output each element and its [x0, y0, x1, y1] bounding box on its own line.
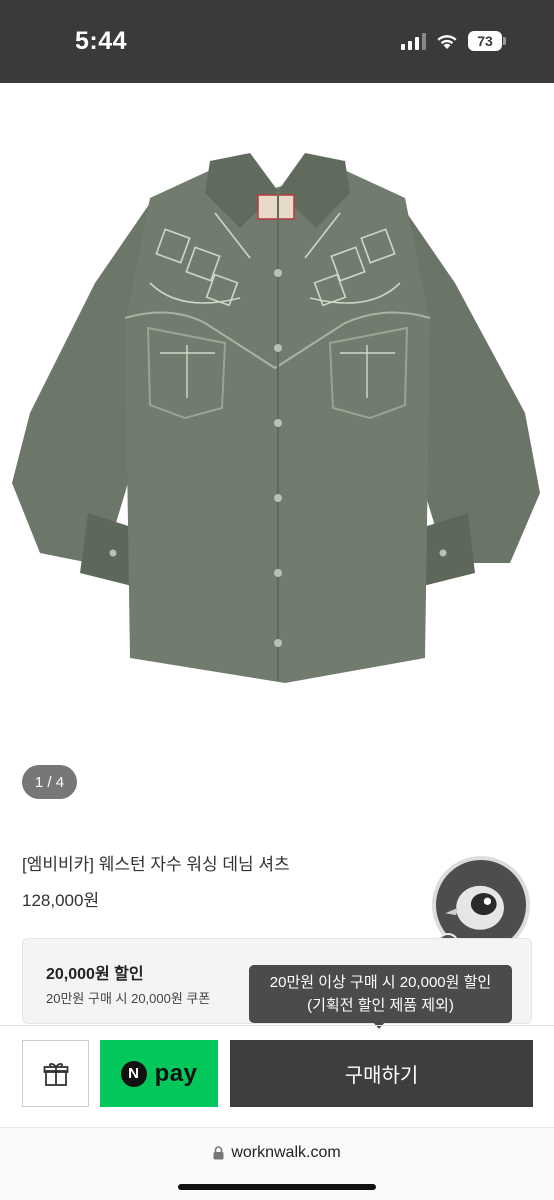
lock-icon — [213, 1146, 224, 1160]
product-name: [엠비비카] 웨스턴 자수 워싱 데님 셔츠 — [22, 855, 290, 874]
tooltip-line-1: 20만원 이상 구매 시 20,000원 할인 — [269, 974, 492, 991]
status-time: 5:44 — [75, 27, 128, 55]
denim-shirt-illustration — [0, 83, 554, 743]
npay-button[interactable]: N pay — [100, 1040, 218, 1107]
home-indicator[interactable] — [178, 1184, 376, 1190]
status-bar: 5:44 73 — [0, 0, 554, 83]
gift-icon — [43, 1062, 68, 1086]
gift-button[interactable] — [22, 1040, 89, 1107]
product-image[interactable] — [0, 83, 554, 743]
signal-icon — [401, 32, 426, 50]
naver-n-icon: N — [120, 1060, 147, 1087]
coupon-title: 20,000원 할인 — [46, 966, 144, 983]
coupon-description: 20만원 구매 시 20,000원 쿠폰 — [46, 991, 211, 1006]
buy-button[interactable]: 구매하기 — [230, 1040, 533, 1107]
image-counter: 1 / 4 — [22, 765, 77, 799]
discount-tooltip: 20만원 이상 구매 시 20,000원 할인 (기획전 할인 제품 제외) — [249, 965, 512, 1023]
tooltip-line-2: (기획전 할인 제품 제외) — [307, 997, 454, 1014]
product-price: 128,000원 — [22, 891, 100, 910]
npay-label: pay — [154, 1059, 198, 1087]
battery-level: 73 — [468, 31, 502, 51]
url-text: worknwalk.com — [231, 1144, 341, 1161]
wifi-icon — [437, 34, 457, 49]
bottom-divider — [0, 1025, 554, 1026]
battery-icon: 73 — [468, 31, 506, 51]
status-icons: 73 — [401, 31, 506, 51]
